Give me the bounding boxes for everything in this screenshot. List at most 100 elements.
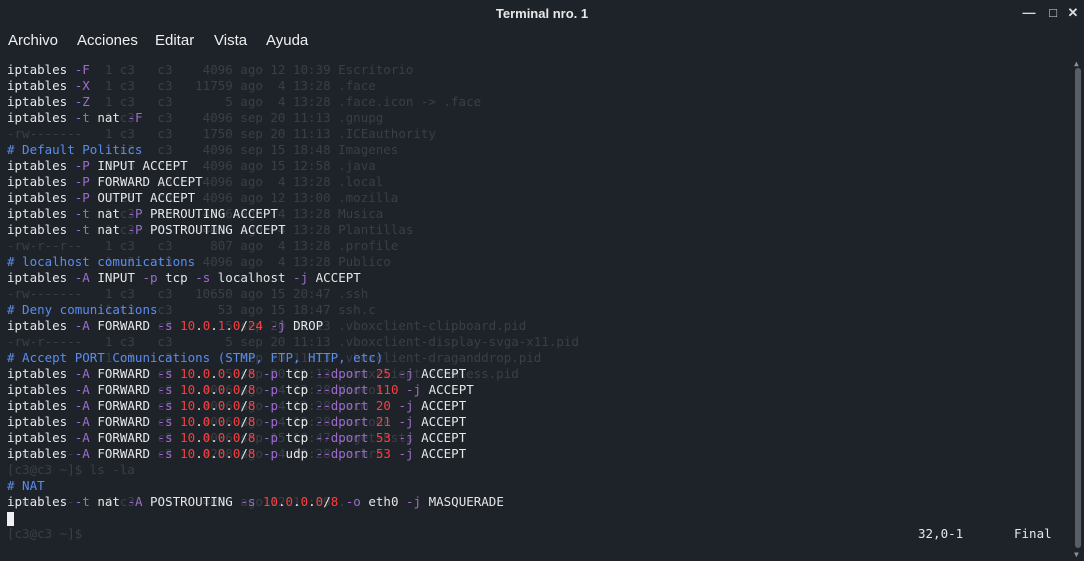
- code-token: .: [278, 494, 286, 509]
- code-token: FORWARD: [89, 446, 158, 461]
- code-token: iptables: [7, 382, 75, 397]
- scroll-up-icon[interactable]: ▲: [1074, 59, 1079, 68]
- code-line[interactable]: iptables -X: [7, 78, 504, 94]
- code-token: # localhost comunications: [7, 254, 196, 269]
- code-token: /: [240, 398, 248, 413]
- code-token: .: [225, 366, 233, 381]
- code-line[interactable]: iptables -A FORWARD -s 10.0.0.0/8 -p udp…: [7, 446, 504, 462]
- menu-vista[interactable]: Vista: [214, 32, 247, 49]
- code-token: POSTROUTING: [142, 494, 241, 509]
- terminal-area[interactable]: iptables -F 1 c3 c3 4096 ago 12 10:39 Es…: [0, 58, 1072, 561]
- code-token: -s: [157, 382, 173, 397]
- code-line[interactable]: [7, 286, 504, 302]
- code-token: -p: [262, 430, 279, 445]
- code-line[interactable]: iptables -A FORWARD -s 10.0.0.0/8 -p tcp…: [7, 398, 504, 414]
- code-token: ACCEPT: [413, 414, 467, 429]
- editor-buffer[interactable]: iptables -F iptables -X iptables -Z iptable…: [7, 62, 504, 526]
- code-token: .: [195, 446, 203, 461]
- cursor-line[interactable]: [7, 510, 504, 526]
- code-line[interactable]: iptables -Z: [7, 94, 504, 110]
- code-token: -A: [74, 414, 90, 429]
- code-line[interactable]: iptables -A FORWARD -s 10.0.0.0/8 -p tcp…: [7, 430, 504, 446]
- code-token: ACCEPT: [421, 382, 474, 397]
- code-line[interactable]: # Default Politics: [7, 142, 504, 158]
- code-token: -t: [74, 110, 90, 125]
- code-token: iptables: [7, 446, 75, 461]
- code-line[interactable]: [7, 238, 504, 254]
- code-line[interactable]: iptables -P OUTPUT ACCEPT: [7, 190, 504, 206]
- maximize-icon[interactable]: □: [1044, 4, 1062, 22]
- scroll-down-icon[interactable]: ▼: [1074, 550, 1079, 559]
- code-token: FORWARD: [89, 398, 158, 413]
- code-token: 0: [300, 494, 309, 509]
- code-line[interactable]: iptables -A INPUT -p tcp -s localhost -j…: [7, 270, 504, 286]
- ghost-prompt: [c3@c3 ~]$: [7, 526, 83, 541]
- code-line[interactable]: [7, 462, 504, 478]
- code-line[interactable]: # Deny comunications: [7, 302, 504, 318]
- code-token: -A: [127, 494, 143, 509]
- close-icon[interactable]: ✕: [1064, 4, 1082, 22]
- code-line[interactable]: [7, 334, 504, 350]
- code-token: localhost: [210, 270, 294, 285]
- menu-acciones[interactable]: Acciones: [77, 32, 138, 49]
- code-line[interactable]: [7, 126, 504, 142]
- code-token: -s: [195, 270, 211, 285]
- scrollbar-thumb[interactable]: [1075, 68, 1081, 548]
- code-token: iptables: [7, 190, 75, 205]
- code-token: PREROUTING ACCEPT: [142, 206, 278, 221]
- code-token: .: [210, 318, 218, 333]
- code-token: 53: [375, 446, 391, 461]
- code-token: tcp: [278, 382, 316, 397]
- code-line[interactable]: iptables -P INPUT ACCEPT: [7, 158, 504, 174]
- code-token: iptables: [7, 270, 75, 285]
- scrollbar[interactable]: ▲ ▼: [1072, 58, 1084, 561]
- code-line[interactable]: iptables -A FORWARD -s 10.0.0.0/8 -p tcp…: [7, 382, 504, 398]
- menu-archivo[interactable]: Archivo: [8, 32, 58, 49]
- code-token: OUTPUT ACCEPT: [89, 190, 196, 205]
- code-token: -p: [142, 270, 158, 285]
- window-title: Terminal nro. 1: [495, 6, 589, 21]
- code-line[interactable]: iptables -t nat -P POSTROUTING ACCEPT: [7, 222, 504, 238]
- status-mode: Final: [1014, 526, 1052, 541]
- code-token: ACCEPT: [413, 366, 467, 381]
- code-line[interactable]: iptables -P FORWARD ACCEPT: [7, 174, 504, 190]
- code-token: iptables: [7, 62, 75, 77]
- code-line[interactable]: iptables -A FORWARD -s 10.0.0.0/8 -p tcp…: [7, 366, 504, 382]
- code-token: /: [240, 382, 248, 397]
- code-token: 10: [262, 494, 278, 509]
- code-token: iptables: [7, 174, 75, 189]
- code-line[interactable]: # Accept PORT Comunications (STMP, FTP, …: [7, 350, 504, 366]
- code-line[interactable]: iptables -t nat -A POSTROUTING -s 10.0.0…: [7, 494, 504, 510]
- code-token: # NAT: [7, 478, 45, 493]
- code-token: INPUT: [89, 270, 143, 285]
- code-token: -j: [398, 366, 414, 381]
- code-line[interactable]: # NAT: [7, 478, 504, 494]
- code-line[interactable]: iptables -A FORWARD -s 10.0.1.0/24 -j DR…: [7, 318, 504, 334]
- code-line[interactable]: iptables -F: [7, 62, 504, 78]
- code-line[interactable]: # localhost comunications: [7, 254, 504, 270]
- code-line[interactable]: iptables -t nat -P PREROUTING ACCEPT: [7, 206, 504, 222]
- code-token: nat: [89, 206, 128, 221]
- text-cursor: [7, 511, 14, 526]
- code-line[interactable]: iptables -A FORWARD -s 10.0.0.0/8 -p tcp…: [7, 414, 504, 430]
- code-token: -F: [127, 110, 143, 125]
- menu-editar[interactable]: Editar: [155, 32, 194, 49]
- code-token: 10: [180, 430, 196, 445]
- code-token: /: [240, 414, 248, 429]
- code-line[interactable]: iptables -t nat -F: [7, 110, 504, 126]
- code-token: iptables: [7, 366, 75, 381]
- code-token: 10: [180, 382, 196, 397]
- code-token: -p: [262, 366, 279, 381]
- minimize-icon[interactable]: ―: [1020, 4, 1038, 22]
- menu-ayuda[interactable]: Ayuda: [266, 32, 308, 49]
- code-token: -p: [262, 446, 279, 461]
- code-token: 110: [375, 382, 399, 397]
- code-token: --dport: [315, 382, 369, 397]
